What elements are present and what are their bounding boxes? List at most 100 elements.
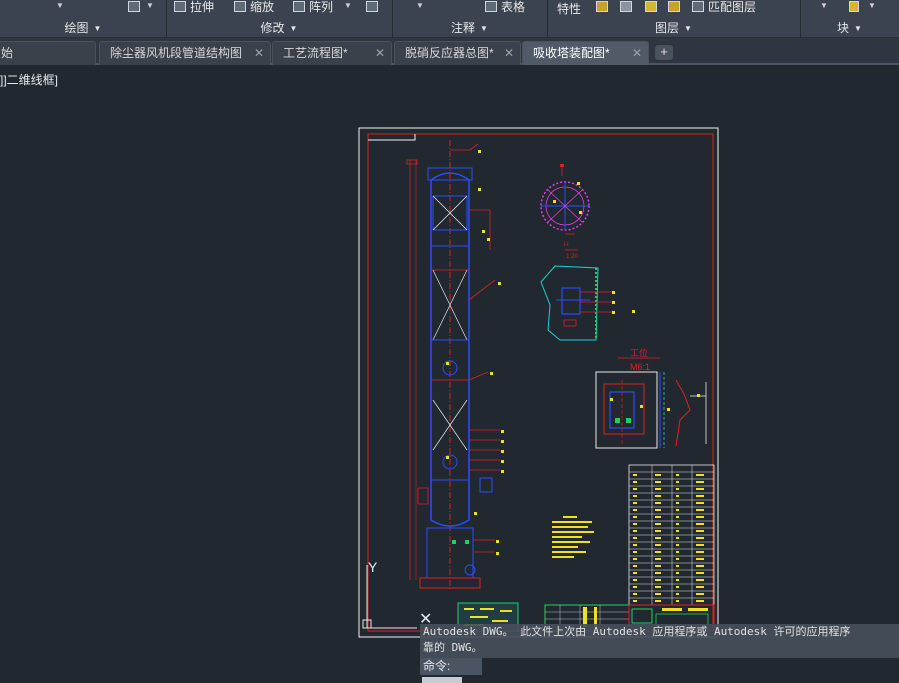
table-cell-text <box>655 600 661 602</box>
table-cell-text <box>655 530 661 532</box>
tab-process-flow[interactable]: 工艺流程图* ✕ <box>272 41 392 65</box>
tab-label: 始 <box>1 46 14 60</box>
table-cell-text <box>676 579 679 581</box>
match-layer-label: 匹配图层 <box>708 0 757 14</box>
table-cell-text <box>633 600 637 602</box>
table-cell-text <box>696 509 704 511</box>
table-cell-text <box>655 537 661 539</box>
move-icon[interactable] <box>128 0 144 14</box>
table-cell-text <box>696 558 704 560</box>
layer-freeze-icon[interactable] <box>645 0 661 14</box>
match-layer-button[interactable]: 匹配图层 <box>692 0 756 14</box>
close-icon[interactable]: ✕ <box>504 42 514 64</box>
drawing-canvas[interactable]: I-I 1:20 工位 M6:1 Y ✕ <box>0 65 899 683</box>
panel-title-layers[interactable]: 图层 ▼ <box>547 19 800 37</box>
table-cell-text <box>696 516 704 518</box>
table-cell-text <box>633 593 637 595</box>
table-cell-text <box>676 474 679 476</box>
note-line <box>552 531 594 533</box>
array-icon <box>293 1 305 12</box>
array-button[interactable]: 阵列 <box>293 0 333 14</box>
table-cell-text <box>633 530 637 532</box>
tab-label: 工艺流程图* <box>283 46 348 60</box>
table-cell-text <box>633 481 637 483</box>
close-icon[interactable]: ✕ <box>254 42 264 64</box>
new-tab-button[interactable]: + <box>655 45 673 60</box>
table-cell-text <box>696 495 704 497</box>
table-cell-text <box>655 558 661 560</box>
table-cell-text <box>696 586 704 588</box>
table-cell-text <box>676 481 679 483</box>
note-line <box>552 536 582 538</box>
section-label: I-I <box>563 242 569 248</box>
block-insert-dropdown-icon[interactable]: ▼ <box>868 1 876 10</box>
block-dropdown-icon[interactable]: ▼ <box>820 1 828 10</box>
draw-dropdown-icon[interactable]: ▼ <box>56 1 64 10</box>
panel-title-block[interactable]: 块 ▼ <box>800 19 899 37</box>
command-history: Autodesk DWG。 此文件上次由 Autodesk 应用程序或 Auto… <box>420 624 899 658</box>
table-cell-text <box>655 544 661 546</box>
table-cell-text <box>696 544 704 546</box>
viewport-controls[interactable]: ]]二维线框] <box>0 72 58 88</box>
text-dropdown-icon[interactable]: ▼ <box>416 1 424 10</box>
scale-button[interactable]: 缩放 <box>234 0 274 14</box>
tab-denitration-reactor[interactable]: 脱硝反应器总图* ✕ <box>394 41 521 65</box>
parts-list-table <box>628 464 715 606</box>
ribbon: ▼ ▼ 拉伸 缩放 阵列 ▼ ▼ 表格 特性 匹配图层 ▼ ▼ 绘图 ▼ 修改 ▼ … <box>0 0 899 38</box>
table-cell-text <box>633 544 637 546</box>
offset-icon[interactable] <box>366 0 382 14</box>
table-cell-text <box>676 516 679 518</box>
stretch-icon <box>174 1 186 12</box>
table-cell-text <box>696 488 704 490</box>
chevron-down-icon: ▼ <box>480 24 488 33</box>
note-line <box>552 521 592 523</box>
table-cell-text <box>676 544 679 546</box>
table-cell-text <box>655 474 661 476</box>
table-cell-text <box>655 516 661 518</box>
ucs-y-label: Y <box>368 559 378 575</box>
table-cell-text <box>633 488 637 490</box>
table-cell-text <box>633 523 637 525</box>
array-dropdown-icon[interactable]: ▼ <box>344 1 352 10</box>
stretch-button[interactable]: 拉伸 <box>174 0 214 14</box>
tab-duct-structure[interactable]: 除尘器风机段管道结构图 ✕ <box>99 41 271 65</box>
stretch-label: 拉伸 <box>190 0 215 14</box>
table-cell-text <box>696 502 704 504</box>
close-icon[interactable]: ✕ <box>375 42 385 64</box>
layer-lock-icon[interactable] <box>668 0 684 14</box>
chevron-down-icon: ▼ <box>289 24 298 33</box>
panel-title-draw[interactable]: 绘图 ▼ <box>0 19 166 37</box>
panel-title-modify[interactable]: 修改 ▼ <box>166 19 392 37</box>
table-icon <box>485 1 497 12</box>
block-insert-icon[interactable] <box>849 0 863 14</box>
tab-start[interactable]: 始 <box>0 41 96 65</box>
table-cell-text <box>676 509 679 511</box>
table-cell-text <box>655 523 661 525</box>
table-cell-text <box>655 495 661 497</box>
table-cell-text <box>676 572 679 574</box>
tab-absorber-assembly[interactable]: 吸收塔装配图* ✕ <box>522 41 649 65</box>
properties-button[interactable]: 特性 <box>557 2 581 16</box>
table-cell-text <box>676 523 679 525</box>
close-icon[interactable]: ✕ <box>632 42 642 64</box>
move-dropdown-icon[interactable]: ▼ <box>146 1 154 10</box>
table-cell-text <box>655 572 661 574</box>
layer-iso-icon[interactable] <box>620 0 636 14</box>
note-line <box>552 526 588 528</box>
table-cell-text <box>655 509 661 511</box>
command-input[interactable] <box>422 677 462 683</box>
table-cell-text <box>696 593 704 595</box>
table-button[interactable]: 表格 <box>485 0 525 14</box>
layer-on-icon[interactable] <box>596 0 612 14</box>
table-cell-text <box>676 502 679 504</box>
table-cell-text <box>676 565 679 567</box>
table-cell-text <box>696 565 704 567</box>
note-line <box>552 556 574 558</box>
table-cell-text <box>676 551 679 553</box>
table-cell-text <box>696 481 704 483</box>
table-cell-text <box>696 600 704 602</box>
scale-label: 缩放 <box>250 0 275 14</box>
table-cell-text <box>676 537 679 539</box>
table-cell-text <box>696 474 704 476</box>
panel-title-annotate[interactable]: 注释 ▼ <box>392 19 547 37</box>
